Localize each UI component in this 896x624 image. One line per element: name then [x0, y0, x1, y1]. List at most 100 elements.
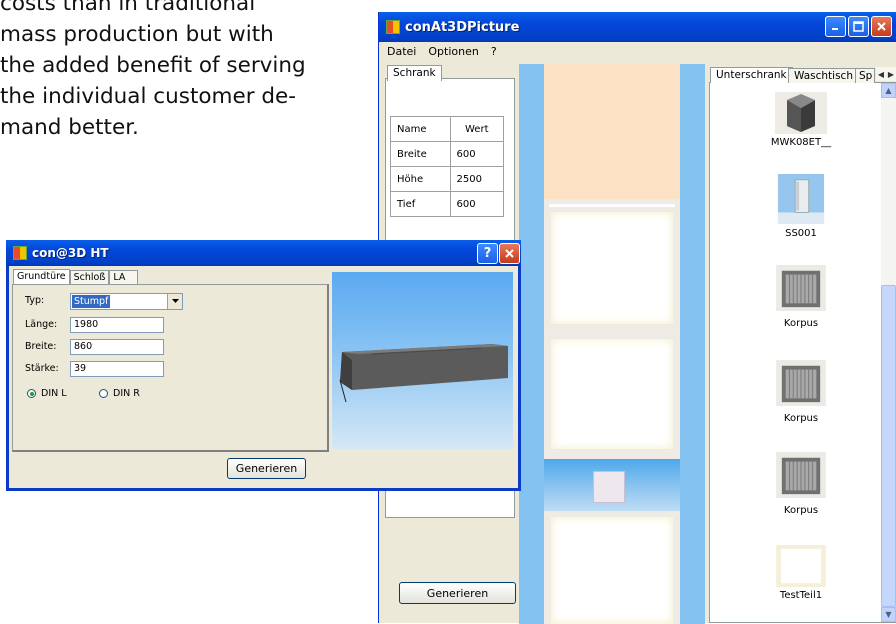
generate-button[interactable]: Generieren — [399, 582, 516, 604]
field-label-staerke: Stärke: — [25, 363, 59, 374]
staerke-input[interactable]: 39 — [70, 361, 164, 377]
help-icon: ? — [483, 246, 492, 261]
thumbnail-label: TestTeil1 — [779, 590, 823, 601]
korpus-thumbnail — [776, 360, 826, 406]
thumbnail-item[interactable]: Korpus — [751, 360, 851, 424]
radio-label: DIN L — [41, 388, 67, 399]
thumbnail-item[interactable]: SS001 — [751, 174, 851, 239]
tab-schrank[interactable]: Schrank — [387, 65, 442, 81]
thumbnail-label: SS001 — [785, 228, 817, 239]
properties-grid: Name Wert Breite 600 Höhe 2500 Tief 600 — [390, 116, 504, 217]
tab-spiegel[interactable]: Sp — [855, 68, 875, 83]
document-text: costs than in traditional mass productio… — [0, 0, 380, 143]
window-title: conAt3DPicture — [405, 19, 520, 35]
menu-bar: Datei Optionen ? — [379, 42, 896, 60]
radio-unchecked-icon — [99, 389, 108, 398]
thumbnail-item[interactable]: Korpus — [751, 265, 851, 329]
preview-rail — [549, 204, 675, 207]
app-icon — [386, 20, 400, 34]
preview-small-box — [593, 471, 625, 503]
grid-cell-value[interactable]: 600 — [449, 191, 504, 217]
breite-input[interactable]: 860 — [70, 339, 164, 355]
radio-din-r[interactable]: DIN R — [99, 388, 140, 399]
scroll-up-button[interactable]: ▲ — [881, 83, 896, 98]
grid-cell-value[interactable]: 2500 — [449, 166, 504, 192]
thumbnail-label: Korpus — [783, 318, 819, 329]
grid-cell-value[interactable]: 600 — [449, 141, 504, 167]
grid-cell-name: Höhe — [390, 166, 451, 192]
dialog-tabs: Grundtüre Schloß LA — [13, 269, 139, 284]
tab-la[interactable]: LA — [109, 270, 139, 284]
tab-grundtuere[interactable]: Grundtüre — [13, 269, 70, 284]
field-label-typ: Typ: — [25, 295, 45, 306]
typ-select[interactable]: Stumpf — [70, 293, 183, 310]
menu-optionen[interactable]: Optionen — [428, 45, 478, 58]
dialog-title: con@3D HT — [32, 246, 109, 260]
grid-row[interactable]: Tief 600 — [390, 191, 504, 217]
minimize-button[interactable] — [825, 16, 846, 37]
korpus-thumbnail — [776, 452, 826, 498]
document-line: mass production but with — [0, 22, 274, 47]
grid-cell-name: Tief — [390, 191, 451, 217]
door-3d-model — [339, 344, 508, 403]
laenge-input[interactable]: 1980 — [70, 317, 164, 333]
grid-row[interactable]: Höhe 2500 — [390, 166, 504, 192]
korpus-thumbnail — [776, 265, 826, 311]
dialog-generate-button[interactable]: Generieren — [227, 458, 306, 479]
tab-scroll-arrows[interactable]: ◀ ▶ — [876, 67, 896, 81]
door-dialog: con@3D HT ? Grundtüre Schloß LA Typ: Stu… — [6, 240, 521, 491]
grid-row[interactable]: Breite 600 — [390, 141, 504, 167]
scroll-up-icon: ▲ — [885, 86, 892, 95]
menu-datei[interactable]: Datei — [387, 45, 416, 58]
tab-waschtisch[interactable]: Waschtisch — [788, 68, 859, 83]
dialog-app-icon — [13, 246, 27, 260]
dialog-titlebar[interactable]: con@3D HT ? — [6, 240, 521, 266]
thumbnail-item[interactable]: TestTeil1 — [751, 545, 851, 601]
tab-schloss[interactable]: Schloß — [69, 270, 110, 284]
dropdown-button[interactable] — [167, 294, 182, 309]
scroll-down-button[interactable]: ▼ — [881, 607, 896, 622]
library-panel — [709, 82, 896, 623]
document-line: costs than in traditional — [0, 0, 256, 16]
close-button[interactable] — [871, 16, 892, 37]
tab-scroll-left-icon[interactable]: ◀ — [878, 70, 884, 79]
maximize-button[interactable] — [848, 16, 869, 37]
preview-top-panel — [544, 64, 680, 199]
thumbnail-label: Korpus — [783, 413, 819, 424]
door-3d-preview — [332, 272, 513, 449]
close-icon — [877, 22, 886, 31]
preview-shelf-3 — [551, 517, 673, 624]
field-label-laenge: Länge: — [25, 319, 58, 330]
door-thumbnail — [777, 174, 825, 224]
preview-shelf-1 — [551, 212, 673, 324]
radio-label: DIN R — [113, 388, 140, 399]
grid-header-value: Wert — [449, 116, 504, 142]
blank-thumbnail — [776, 545, 826, 587]
menu-help[interactable]: ? — [491, 45, 497, 58]
main-titlebar[interactable]: conAt3DPicture — [379, 12, 896, 42]
help-button[interactable]: ? — [477, 243, 498, 264]
tab-scroll-right-icon[interactable]: ▶ — [888, 70, 894, 79]
minimize-icon — [832, 28, 838, 30]
thumbnail-item[interactable]: Korpus — [751, 452, 851, 516]
preview-strip — [519, 64, 705, 624]
radio-checked-icon — [27, 389, 36, 398]
preview-band — [544, 459, 680, 511]
document-line: the individual customer de- — [0, 84, 297, 109]
close-icon — [505, 249, 514, 258]
typ-select-value: Stumpf — [72, 295, 111, 308]
preview-shelf-2 — [551, 339, 673, 449]
tab-unterschrank[interactable]: Unterschrank — [710, 67, 793, 83]
cabinet-corner-thumbnail — [775, 92, 827, 134]
chevron-down-icon — [171, 299, 179, 303]
thumbnail-label: MWK08ET__ — [770, 137, 832, 148]
thumbnail-item[interactable]: MWK08ET__ — [751, 92, 851, 148]
library-scrollbar[interactable]: ▲ ▼ — [881, 83, 896, 622]
scroll-thumb[interactable] — [881, 285, 896, 607]
radio-din-l[interactable]: DIN L — [27, 388, 67, 399]
dialog-close-button[interactable] — [499, 243, 520, 264]
maximize-icon — [853, 21, 864, 32]
field-label-breite: Breite: — [25, 341, 57, 352]
grid-cell-name: Breite — [390, 141, 451, 167]
grid-header-name: Name — [390, 116, 451, 142]
